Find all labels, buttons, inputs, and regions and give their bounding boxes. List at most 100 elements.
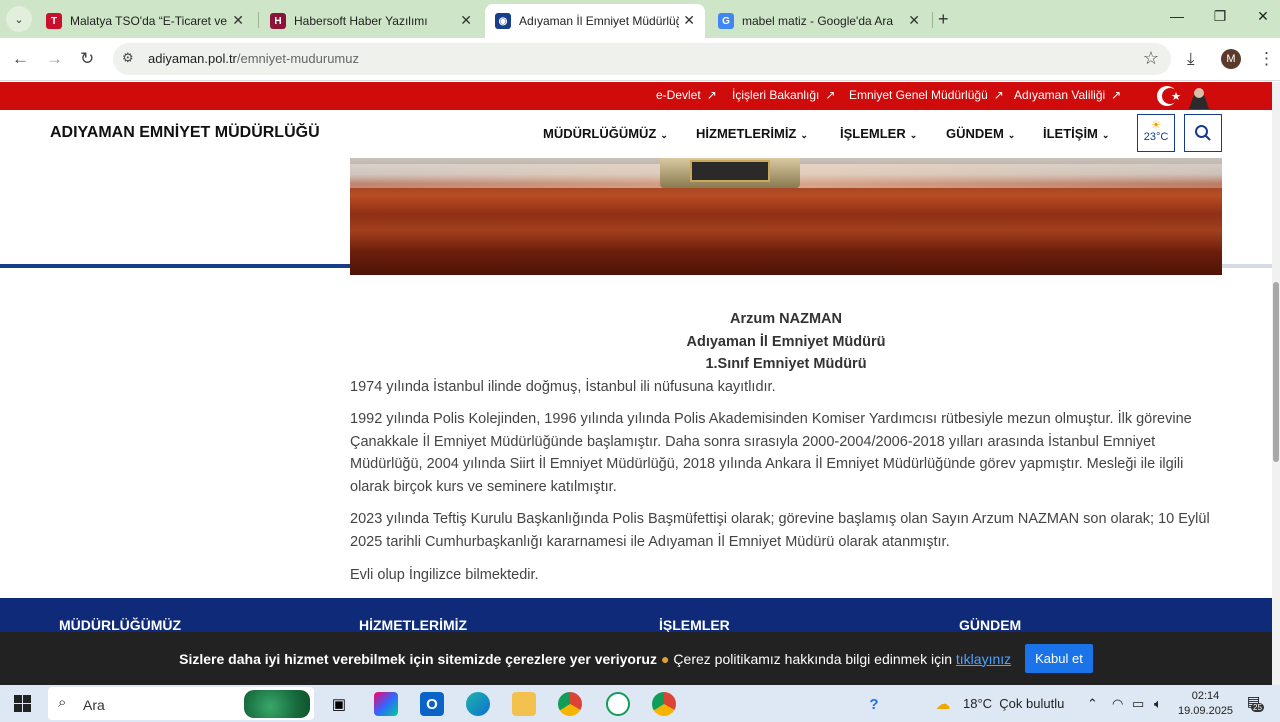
menu-label: GÜNDEM: [946, 126, 1004, 141]
site-search-button[interactable]: [1184, 114, 1222, 152]
scrollbar-thumb[interactable]: [1273, 282, 1279, 462]
taskbar-search[interactable]: ⌕ Ara: [48, 687, 314, 720]
search-icon: ⌕: [58, 694, 67, 711]
copilot-icon[interactable]: [374, 692, 398, 716]
weather-cloud-icon[interactable]: ☁: [931, 692, 955, 716]
browser-tab-active[interactable]: ◉ Adıyaman İl Emniyet Müdürlüğ ✕: [485, 4, 705, 38]
bio-paragraph: 1992 yılında Polis Kolejinden, 1996 yılı…: [350, 411, 1192, 495]
search-icon: [1195, 125, 1211, 141]
cookie-text: Sizlere daha iyi hizmet verebilmek için …: [179, 651, 1011, 667]
profile-avatar[interactable]: M: [1221, 49, 1241, 69]
reload-icon[interactable]: ↻: [80, 49, 94, 69]
footer-heading[interactable]: GÜNDEM: [959, 617, 1021, 633]
top-link-label: İçişleri Bakanlığı: [732, 88, 820, 102]
chevron-down-icon: ⌄: [800, 130, 808, 140]
help-icon[interactable]: ?: [862, 692, 886, 716]
top-link-egm[interactable]: Emniyet Genel Müdürlüğü ↗: [849, 88, 1004, 102]
chevron-down-icon: ⌄: [1101, 130, 1110, 140]
weather-widget[interactable]: ☀ 23°C: [1137, 114, 1175, 152]
search-highlight-image: [244, 690, 310, 718]
bio-paragraph: 1974 yılında İstanbul ilinde doğmuş, İst…: [350, 378, 776, 395]
windows-start-icon[interactable]: [14, 695, 31, 712]
page-scrollbar[interactable]: [1272, 82, 1280, 685]
external-link-icon: ↗: [706, 88, 717, 102]
accept-cookies-button[interactable]: Kabul et: [1025, 644, 1093, 673]
cookie-policy-link[interactable]: tıklayınız: [956, 651, 1011, 667]
tab-title: Adıyaman İl Emniyet Müdürlüğ: [519, 14, 679, 28]
footer-heading[interactable]: HİZMETLERİMİZ: [359, 617, 467, 633]
battery-icon[interactable]: ▭: [1132, 696, 1144, 712]
url-path: /emniyet-mudurumuz: [236, 51, 359, 66]
menu-label: MÜDÜRLÜĞÜMÜZ: [543, 126, 657, 141]
director-heading: Arzum NAZMAN Adıyaman İl Emniyet Müdürü …: [350, 308, 1222, 376]
browser-tab[interactable]: G mabel matiz - Google'da Ara ✕: [708, 4, 930, 38]
close-tab-icon[interactable]: ✕: [908, 12, 920, 29]
browser-menu-icon[interactable]: ⋮: [1258, 49, 1275, 69]
minimize-button[interactable]: —: [1162, 8, 1192, 24]
maximize-button[interactable]: ❐: [1205, 8, 1235, 25]
external-link-icon: ↗: [993, 88, 1004, 102]
address-bar[interactable]: ⚙ adiyaman.pol.tr/emniyet-mudurumuz ☆: [113, 43, 1171, 75]
partly-cloudy-icon: ☀: [1150, 118, 1162, 132]
top-link-edevlet[interactable]: e-Devlet ↗: [656, 88, 717, 102]
close-tab-icon[interactable]: ✕: [460, 12, 472, 29]
director-name: Arzum NAZMAN: [730, 311, 842, 327]
bookmark-star-icon[interactable]: ☆: [1143, 48, 1159, 69]
director-photo: [350, 158, 1222, 275]
close-tab-icon[interactable]: ✕: [232, 12, 244, 29]
cookie-banner: Sizlere daha iyi hizmet verebilmek için …: [0, 632, 1272, 685]
menu-islemler[interactable]: İŞLEMLER ⌄: [840, 126, 917, 141]
forward-arrow-icon[interactable]: →: [46, 49, 63, 69]
notification-icon[interactable]: ▤ 25: [1247, 693, 1264, 712]
top-link-valilik[interactable]: Adıyaman Valiliği ↗: [1014, 88, 1121, 102]
new-tab-button[interactable]: +: [938, 9, 949, 30]
taskbar-clock[interactable]: 02:14 19.09.2025: [1178, 689, 1233, 719]
footer-heading[interactable]: MÜDÜRLÜĞÜMÜZ: [59, 617, 181, 633]
chrome-icon[interactable]: [558, 692, 582, 716]
outlook-icon[interactable]: O: [420, 692, 444, 716]
menu-mudurlugumuz[interactable]: MÜDÜRLÜĞÜMÜZ ⌄: [543, 126, 668, 141]
cookie-icon: ●: [660, 650, 670, 667]
menu-iletisim[interactable]: İLETİŞİM ⌄: [1043, 126, 1109, 141]
top-link-label: Adıyaman Valiliği: [1014, 88, 1106, 102]
task-view-icon[interactable]: ▣: [327, 692, 351, 716]
back-arrow-icon[interactable]: ←: [12, 49, 29, 69]
site-header: ADIYAMAN EMNİYET MÜDÜRLÜĞÜ MÜDÜRLÜĞÜMÜZ ⌄…: [0, 110, 1272, 268]
speaker-icon[interactable]: 🔈︎: [1154, 696, 1162, 712]
tab-favicon-icon: G: [718, 13, 734, 29]
browser-tab-strip: ⌄ T Malatya TSO'da “E-Ticaret ve Ya ✕ H …: [0, 0, 1280, 38]
clock-date: 19.09.2025: [1178, 705, 1234, 717]
browser-tab[interactable]: T Malatya TSO'da “E-Ticaret ve Ya ✕: [36, 4, 254, 38]
download-icon[interactable]: ⤓: [1187, 49, 1195, 69]
url-text[interactable]: adiyaman.pol.tr/emniyet-mudurumuz: [148, 51, 359, 66]
tab-title: Malatya TSO'da “E-Ticaret ve Ya: [70, 14, 230, 28]
windows-taskbar: ⌕ Ara ▣ O ? ☁ 18°C Çok bulutlu ⌃ ◠ ▭ 🔈︎ …: [0, 685, 1280, 722]
clock-time: 02:14: [1191, 690, 1220, 702]
menu-hizmetlerimiz[interactable]: HİZMETLERİMİZ ⌄: [696, 126, 808, 141]
tab-search-button[interactable]: ⌄: [6, 6, 32, 32]
menu-label: İŞLEMLER: [840, 126, 906, 141]
plaque-inner: [690, 160, 770, 182]
close-window-button[interactable]: ✕: [1248, 8, 1278, 25]
file-explorer-icon[interactable]: [512, 692, 536, 716]
tab-favicon-icon: H: [270, 13, 286, 29]
site-info-icon[interactable]: ⚙: [122, 50, 134, 66]
cookie-main-text: Sizlere daha iyi hizmet verebilmek için …: [179, 650, 657, 667]
external-link-icon: ↗: [1111, 88, 1122, 102]
director-rank: 1.Sınıf Emniyet Müdürü: [705, 356, 867, 372]
close-tab-icon[interactable]: ✕: [683, 12, 695, 29]
browser-tab[interactable]: H Habersoft Haber Yazılımı ✕: [260, 4, 482, 38]
chrome-active-icon[interactable]: [652, 692, 676, 716]
menu-gundem[interactable]: GÜNDEM ⌄: [946, 126, 1015, 141]
top-link-icisleri[interactable]: İçişleri Bakanlığı ↗: [732, 88, 835, 102]
site-title[interactable]: ADIYAMAN EMNİYET MÜDÜRLÜĞÜ: [50, 124, 320, 142]
footer-heading[interactable]: İŞLEMLER: [659, 617, 730, 633]
edge-icon[interactable]: [466, 692, 490, 716]
chevron-up-icon[interactable]: ⌃: [1087, 696, 1098, 712]
site-footer: MÜDÜRLÜĞÜMÜZ HİZMETLERİMİZ İŞLEMLER GÜND…: [0, 598, 1272, 633]
menu-label: HİZMETLERİMİZ: [696, 126, 797, 141]
wifi-icon[interactable]: ◠: [1112, 696, 1123, 712]
chevron-down-icon: ⌄: [909, 130, 918, 140]
taskbar-weather[interactable]: 18°C Çok bulutlu: [963, 696, 1064, 711]
chrome-profile-icon[interactable]: [606, 692, 630, 716]
